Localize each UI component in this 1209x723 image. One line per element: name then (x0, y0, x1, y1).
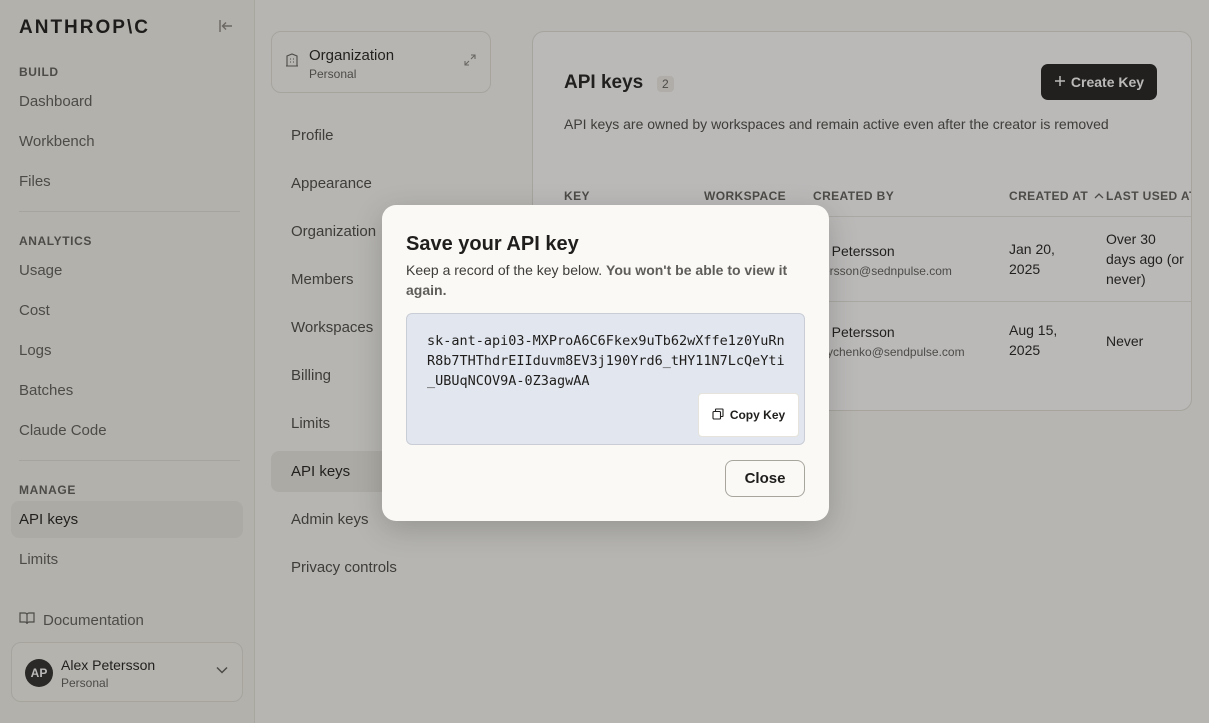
copy-key-button[interactable]: Copy Key (698, 393, 799, 437)
copy-icon (712, 407, 724, 423)
dialog-title: Save your API key (406, 233, 579, 255)
api-key-box: sk-ant-api03-MXProA6C6Fkex9uTb62wXffe1z0… (406, 313, 805, 445)
copy-key-label: Copy Key (729, 408, 786, 422)
close-button[interactable]: Close (725, 460, 805, 497)
dialog-description: Keep a record of the key below. You won'… (406, 262, 788, 298)
api-key-value[interactable]: sk-ant-api03-MXProA6C6Fkex9uTb62wXffe1z0… (427, 331, 787, 391)
save-api-key-dialog: Save your API key Keep a record of the k… (382, 205, 829, 521)
